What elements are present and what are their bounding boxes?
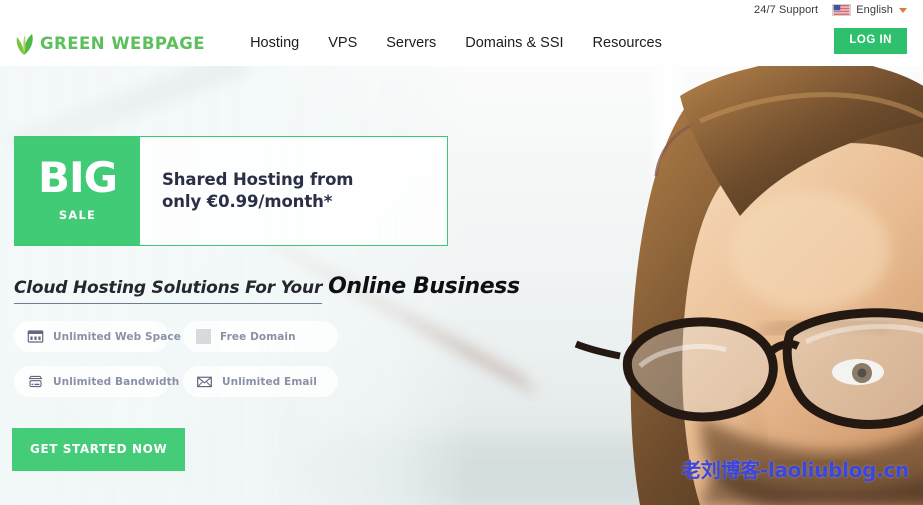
hero-section: BIG SALE Shared Hosting from only €0.99/… [0,66,923,505]
landing-page: 24/7 Support English GREEN WEBPAGE Hosti… [0,0,923,505]
feature-label: Unlimited Email [222,375,317,388]
nav-item-servers[interactable]: Servers [386,35,436,51]
promo-line-1: Shared Hosting from [162,170,354,190]
login-button[interactable]: LOG IN [834,28,907,54]
language-label: English [856,4,893,16]
hero-headline: Cloud Hosting Solutions For Your Online … [14,274,520,304]
us-flag-icon [832,4,852,16]
envelope-icon [197,376,212,388]
logo[interactable]: GREEN WEBPAGE [12,30,205,56]
nav-item-resources[interactable]: Resources [593,35,662,51]
feature-label: Unlimited Web Space [53,330,181,343]
promo-text: Shared Hosting from only €0.99/month* [140,137,447,245]
main-nav: Hosting VPS Servers Domains & SSI Resour… [250,35,662,51]
headline-strong-part: Online Business [328,274,520,299]
nav-item-hosting[interactable]: Hosting [250,35,299,51]
promo-banner[interactable]: BIG SALE Shared Hosting from only €0.99/… [14,136,448,246]
nav-item-vps[interactable]: VPS [328,35,357,51]
leaf-icon [16,34,33,55]
headline-light-part: Cloud Hosting Solutions For Your [14,278,322,304]
feature-unlimited-email[interactable]: Unlimited Email [183,366,338,397]
language-selector[interactable]: English [832,4,907,16]
feature-list: Unlimited Web Space Free Domain Unlimite… [14,321,338,397]
site-header: GREEN WEBPAGE Hosting VPS Servers Domain… [0,20,923,66]
feature-free-domain[interactable]: Free Domain [183,321,338,352]
support-link[interactable]: 24/7 Support [754,4,818,16]
feature-label: Unlimited Bandwidth [53,375,180,388]
feature-unlimited-bandwidth[interactable]: Unlimited Bandwidth [14,366,179,397]
promo-big-word: BIG [37,152,118,202]
watermark-text: 老刘博客-laoliublog.cn [681,458,909,482]
logo-text: GREEN WEBPAGE [40,33,206,53]
utility-bar: 24/7 Support English [0,0,923,20]
browser-www-icon [27,330,44,343]
feature-label: Free Domain [220,330,296,343]
nav-item-domains-ssi[interactable]: Domains & SSI [465,35,563,51]
blank-square-icon [196,329,211,344]
promo-line-2: only €0.99/month* [162,192,333,211]
promo-sale-word: SALE [58,207,97,222]
server-icon [28,375,43,388]
get-started-button[interactable]: GET STARTED NOW [12,428,186,471]
chevron-down-icon [899,7,907,13]
feature-unlimited-web-space[interactable]: Unlimited Web Space [14,321,181,352]
promo-badge: BIG SALE [15,137,140,245]
